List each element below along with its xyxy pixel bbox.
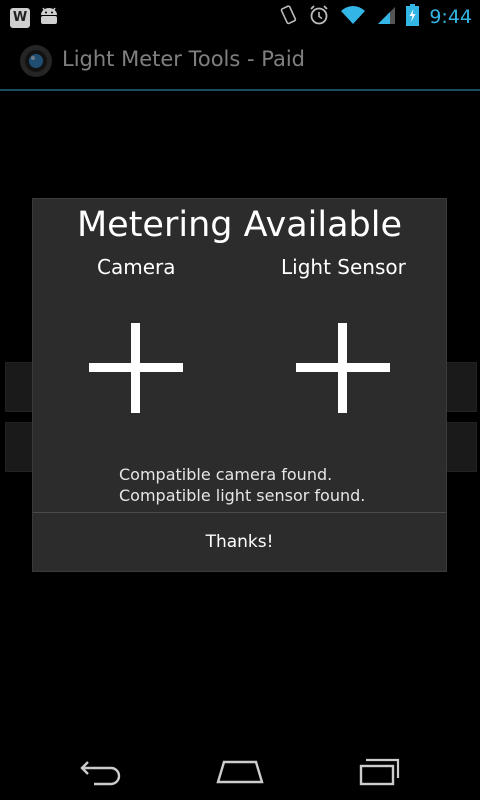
alarm-icon <box>308 4 330 30</box>
camera-lens-icon <box>18 43 54 83</box>
notification-area: W <box>10 6 60 30</box>
compatibility-messages: Compatible camera found. Compatible ligh… <box>119 464 365 506</box>
recents-icon[interactable] <box>358 756 404 790</box>
vibrate-icon <box>278 4 298 30</box>
camera-label: Camera <box>97 255 176 279</box>
metering-dialog: Metering Available Camera Light Sensor C… <box>32 198 447 572</box>
signal-icon <box>376 5 396 29</box>
clock: 9:44 <box>429 6 472 28</box>
background-list-item <box>445 422 477 472</box>
app-title: Light Meter Tools - Paid <box>62 47 305 71</box>
battery-icon <box>406 4 420 30</box>
wordpress-icon: W <box>10 8 30 28</box>
thanks-button[interactable]: Thanks! <box>33 513 446 571</box>
status-bar: W 9:44 <box>0 0 480 33</box>
wifi-icon <box>340 5 366 29</box>
navigation-bar <box>0 740 480 800</box>
system-icons: 9:44 <box>278 4 472 30</box>
background-list-item <box>445 362 477 412</box>
screen: W 9:44 Light Meter Tools - Paid Metering… <box>0 0 480 800</box>
light-sensor-label: Light Sensor <box>281 255 406 279</box>
camera-plus-icon <box>89 323 183 417</box>
action-bar: Light Meter Tools - Paid <box>0 33 480 90</box>
light-sensor-plus-icon <box>296 323 390 417</box>
dialog-title: Metering Available <box>76 205 403 245</box>
home-icon[interactable] <box>214 756 266 790</box>
camera-status-message: Compatible camera found. <box>119 465 333 484</box>
sensor-status-message: Compatible light sensor found. <box>119 486 366 505</box>
android-icon <box>38 6 60 30</box>
action-bar-divider <box>0 89 480 91</box>
back-icon[interactable] <box>78 756 122 790</box>
